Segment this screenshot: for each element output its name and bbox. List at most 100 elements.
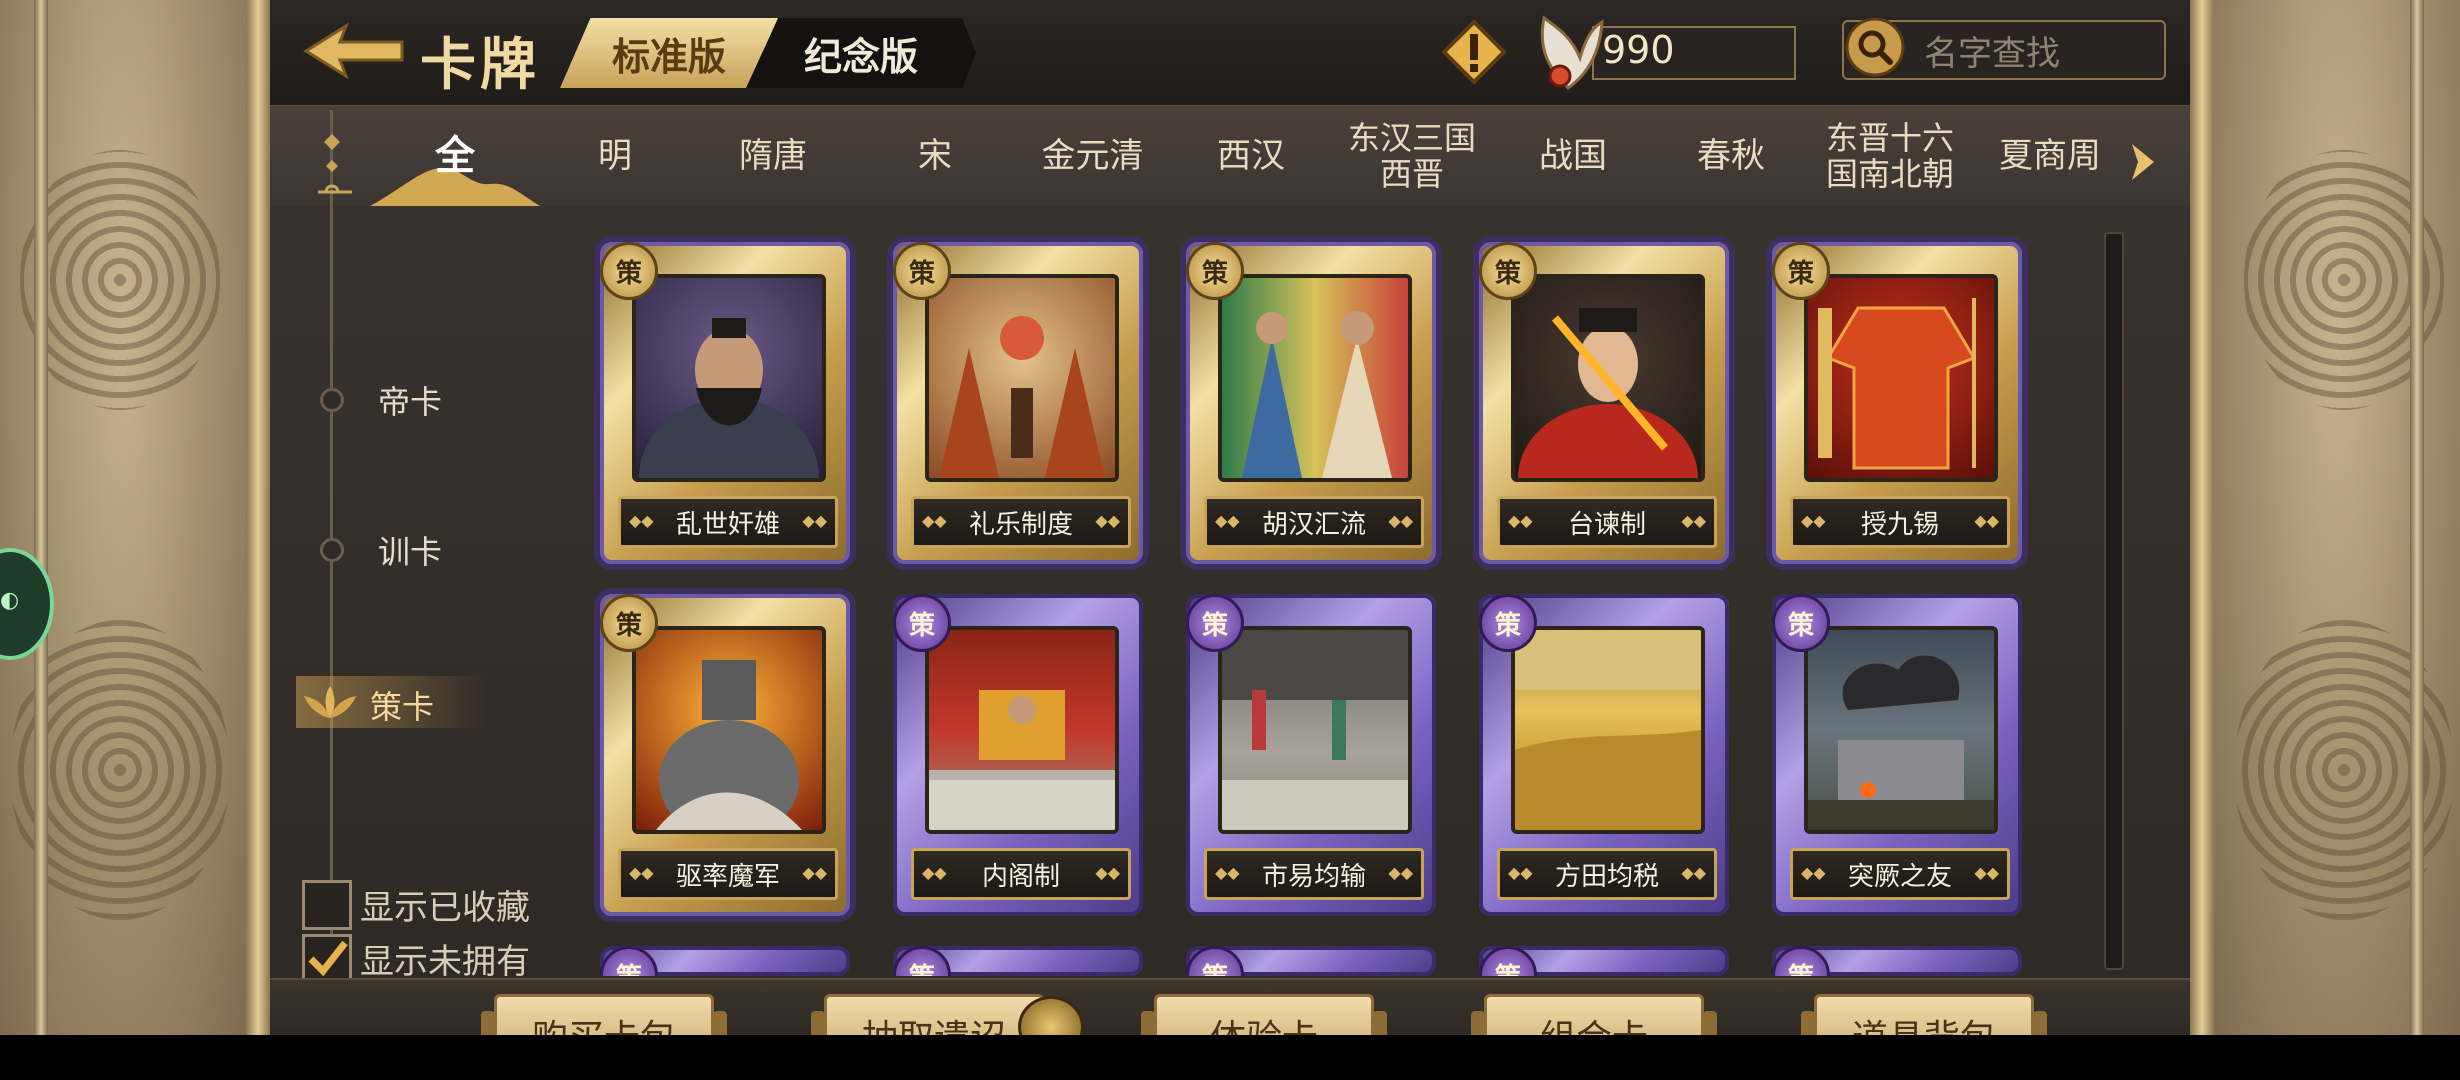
draw-edict-button[interactable]: 抽取遗诏 <box>811 994 1057 1035</box>
era-tab-jinyuanqing[interactable]: 金元清 <box>1030 106 1155 206</box>
card-name: 礼乐制度 <box>968 509 1073 540</box>
buy-card-pack-button[interactable]: 购买卡包 <box>481 994 727 1035</box>
ornament-icon: ◆◆ <box>1095 863 1120 882</box>
card-name-bar: ◆◆ 驱率魔军 ◆◆ <box>618 848 838 900</box>
show-collected-label: 显示已收藏 <box>360 888 530 928</box>
trial-card-button[interactable]: 体验卡 <box>1141 994 1387 1035</box>
card-name-bar: ◆◆ 方田均税 ◆◆ <box>1497 848 1717 900</box>
card-art <box>1804 274 1998 482</box>
card-type-badge: 策 <box>1772 594 1830 652</box>
card-type-badge: 策 <box>1479 242 1537 300</box>
card-name: 方田均税 <box>1554 861 1659 892</box>
era-tab-zhanguo[interactable]: 战国 <box>1518 106 1628 206</box>
ornament-icon: ◆◆ <box>1801 511 1826 530</box>
card-huhanhuiliu[interactable]: 策 ◆◆ 胡汉汇流 ◆◆ <box>1186 242 1436 564</box>
warning-icon[interactable] <box>1442 20 1506 84</box>
category-dot <box>320 388 344 412</box>
card-art <box>1218 274 1412 482</box>
card-name-bar: ◆◆ 内阁制 ◆◆ <box>911 848 1131 900</box>
button-label: 抽取遗诏 <box>862 1009 1006 1035</box>
card-liyuezhidu[interactable]: 策 ◆◆ 礼乐制度 ◆◆ <box>893 242 1143 564</box>
era-tab-chunqiu[interactable]: 春秋 <box>1676 106 1786 206</box>
lotus-icon <box>304 686 356 718</box>
official-portrait-icon <box>1518 308 1698 478</box>
card-art <box>925 274 1119 482</box>
card-name-bar: ◆◆ 突厥之友 ◆◆ <box>1790 848 2010 900</box>
ritual-scene-icon <box>939 316 1105 478</box>
card-tujuezhiyou[interactable]: 策 ◆◆ 突厥之友 ◆◆ <box>1772 594 2022 916</box>
card-taijianzhi[interactable]: 策 ◆◆ 台谏制 ◆◆ <box>1479 242 1729 564</box>
button-label: 道具背包 <box>1852 1009 1996 1035</box>
card-name: 内阁制 <box>981 861 1060 892</box>
card-name-bar: ◆◆ 胡汉汇流 ◆◆ <box>1204 496 1424 548</box>
search-placeholder: 名字查找 <box>1924 34 2060 74</box>
diamond-ornament-icon <box>318 134 352 194</box>
two-figures-icon <box>1242 311 1392 478</box>
side-border <box>34 0 48 1035</box>
card-type-badge: 策 <box>893 242 951 300</box>
card-partial[interactable]: 策 <box>1772 946 2022 976</box>
tab-commemorative-edition[interactable]: 纪念版 <box>746 18 976 88</box>
era-tab-all[interactable]: 全 <box>400 106 510 206</box>
tab-label: 纪念版 <box>803 34 918 79</box>
card-name: 突厥之友 <box>1847 861 1952 892</box>
card-art <box>632 626 826 834</box>
card-shoujiuxi[interactable]: 策 ◆◆ 授九锡 ◆◆ <box>1772 242 2022 564</box>
ornament-icon: ◆◆ <box>802 863 827 882</box>
card-name-bar: ◆◆ 授九锡 ◆◆ <box>1790 496 2010 548</box>
card-luanshijianxiong[interactable]: 策 ◆◆ 乱世奸雄 ◆◆ <box>600 242 850 564</box>
card-art <box>1511 626 1705 834</box>
era-tab-dongjin[interactable]: 东晋十六 国南北朝 <box>1816 106 1964 206</box>
tab-standard-edition[interactable]: 标准版 <box>560 18 778 88</box>
era-tab-suitang[interactable]: 隋唐 <box>713 106 833 206</box>
ornament-icon: ◆◆ <box>1215 863 1240 882</box>
era-tab-donghan[interactable]: 东汉三国 西晋 <box>1340 106 1484 206</box>
era-tab-ming[interactable]: 明 <box>560 106 670 206</box>
card-fangtianjunshui[interactable]: 策 ◆◆ 方田均税 ◆◆ <box>1479 594 1729 916</box>
card-type-badge: 策 <box>1772 242 1830 300</box>
category-label: 训卡 <box>378 533 443 571</box>
card-partial[interactable]: 策 <box>1479 946 1729 976</box>
card-type-badge: 策 <box>600 594 658 652</box>
card-name-bar: ◆◆ 市易均输 ◆◆ <box>1204 848 1424 900</box>
card-partial[interactable]: 策 <box>1186 946 1436 976</box>
checkmark-icon <box>308 940 348 977</box>
ornament-icon: ◆◆ <box>1508 511 1533 530</box>
page-title: 卡牌 <box>420 33 540 98</box>
card-name: 市易均输 <box>1261 861 1366 892</box>
card-name: 台谏制 <box>1567 509 1646 540</box>
era-tab-xiashangzhou[interactable]: 夏商周 <box>1990 106 2110 206</box>
card-name: 乱世奸雄 <box>675 509 780 540</box>
back-arrow-icon[interactable] <box>302 22 406 80</box>
category-strategy-card[interactable]: 策卡 <box>296 676 486 728</box>
card-list-scrollbar[interactable] <box>2104 232 2124 970</box>
item-bag-button[interactable]: 道具背包 <box>1801 994 2047 1035</box>
combo-card-button[interactable]: 组合卡 <box>1471 994 1717 1035</box>
ornament-icon: ◆◆ <box>1215 511 1240 530</box>
left-decorative-panel <box>0 0 246 1035</box>
tab-label: 标准版 <box>611 34 726 79</box>
show-unowned-checkbox[interactable] <box>302 934 352 984</box>
show-collected-checkbox[interactable] <box>302 880 352 930</box>
burning-fortress-icon <box>1808 655 1994 830</box>
card-shiyijunshu[interactable]: 策 ◆◆ 市易均输 ◆◆ <box>1186 594 1436 916</box>
warlord-portrait-icon <box>639 318 819 478</box>
category-dot <box>320 538 344 562</box>
card-neigezhi[interactable]: 策 ◆◆ 内阁制 ◆◆ <box>893 594 1143 916</box>
chevron-right-icon[interactable] <box>2130 142 2156 182</box>
category-training-card[interactable]: 训卡 <box>300 520 442 580</box>
category-label: 策卡 <box>370 688 435 726</box>
category-emperor-card[interactable]: 帝卡 <box>300 370 442 430</box>
era-tab-xihan[interactable]: 西汉 <box>1196 106 1306 206</box>
card-qushuaimojun[interactable]: 策 ◆◆ 驱率魔军 ◆◆ <box>600 594 850 916</box>
button-label: 体验卡 <box>1210 1009 1318 1035</box>
game-screen: 卡牌 标准版 纪念版 990 名字查找 全 明 隋唐 宋 金元清 西汉 东汉三国… <box>0 0 2460 1035</box>
era-tab-song[interactable]: 宋 <box>880 106 990 206</box>
search-icon[interactable] <box>1844 16 1906 78</box>
category-label: 帝卡 <box>378 383 443 421</box>
ornament-icon: ◆◆ <box>1681 863 1706 882</box>
ornament-icon: ◆◆ <box>802 511 827 530</box>
card-partial[interactable]: 策 <box>600 946 850 976</box>
panel-rim-left <box>246 0 270 1035</box>
card-partial[interactable]: 策 <box>893 946 1143 976</box>
